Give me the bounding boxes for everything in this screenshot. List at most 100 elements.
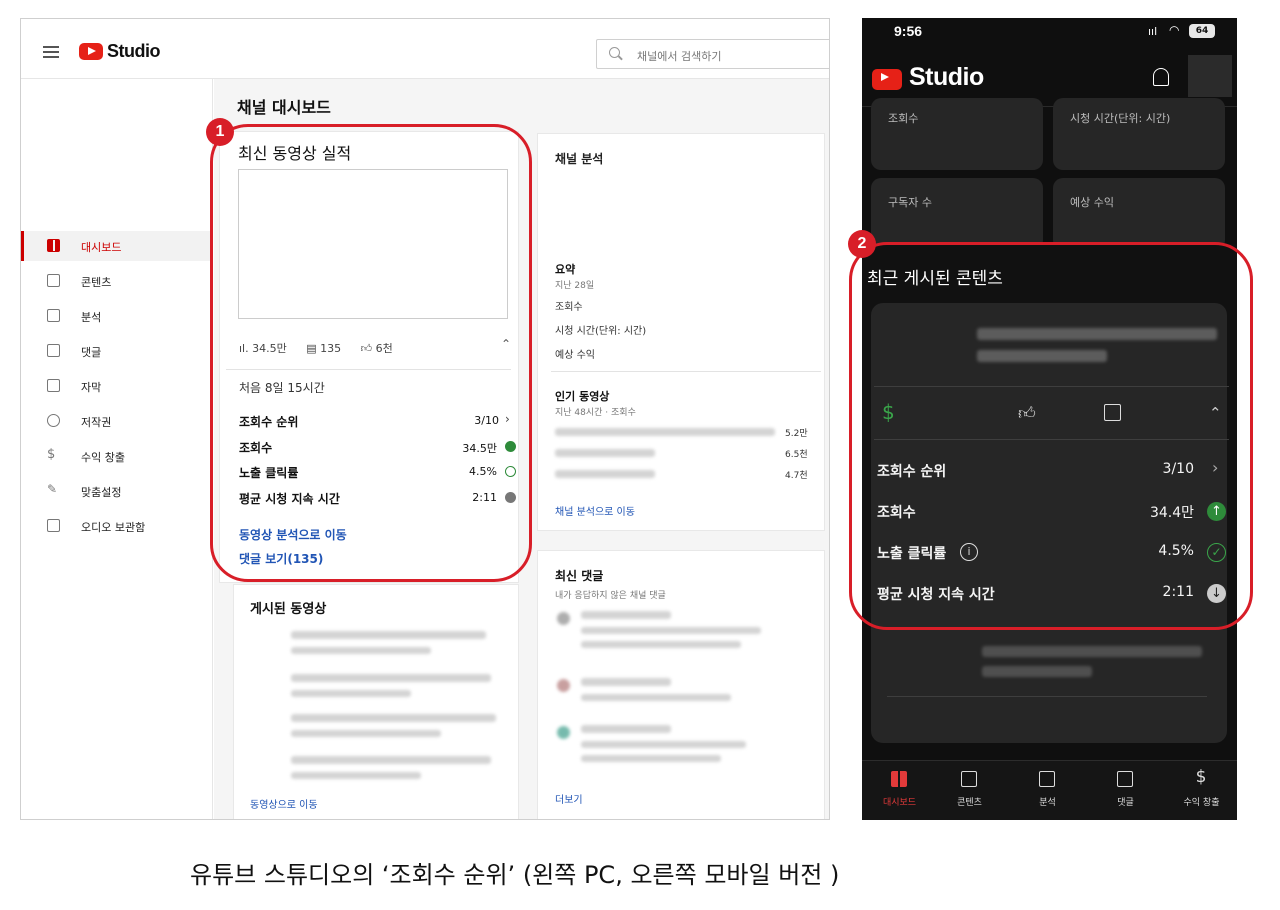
popular-value: 4.7천 xyxy=(785,471,808,481)
status-time: 9:56 xyxy=(894,23,923,39)
nav-label: 수익 창출 xyxy=(1183,798,1220,808)
nav-dashboard[interactable]: 대시보드 xyxy=(862,761,937,820)
sidebar-item-monetization[interactable]: $ 수익 창출 xyxy=(21,441,211,471)
youtube-logo-icon[interactable] xyxy=(872,69,902,90)
divider xyxy=(551,371,821,372)
sidebar-item-comments[interactable]: 댓글 xyxy=(21,336,211,366)
nav-monetization[interactable]: $ 수익 창출 xyxy=(1164,761,1237,820)
sidebar-item-label: 댓글 xyxy=(81,346,102,359)
dashboard-icon xyxy=(891,771,907,787)
highlight-box-mobile xyxy=(849,242,1253,630)
divider xyxy=(887,696,1207,697)
popular-value: 5.2만 xyxy=(785,429,808,439)
dashboard-icon xyxy=(47,239,60,252)
stat-card-label: 구독자 수 xyxy=(888,196,932,209)
search-placeholder: 채널에서 검색하기 xyxy=(637,50,722,63)
blurred-popular-row xyxy=(555,428,775,436)
blurred-comment xyxy=(581,755,721,762)
recent-comments-title: 최신 댓글 xyxy=(555,569,604,583)
metric-watch-time: 시청 시간(단위: 시간) xyxy=(555,326,647,337)
sidebar-item-label: 콘텐츠 xyxy=(81,276,112,289)
comments-icon xyxy=(1117,771,1133,787)
analytics-icon xyxy=(47,309,60,322)
sidebar-item-content[interactable]: 콘텐츠 xyxy=(21,266,211,296)
blurred-title xyxy=(982,666,1092,677)
blurred-comment xyxy=(581,641,741,648)
blurred-comment xyxy=(581,627,761,634)
published-videos-card xyxy=(233,584,519,819)
avatar xyxy=(557,726,570,739)
blurred-video-row xyxy=(291,772,421,779)
blurred-video-row xyxy=(291,714,496,722)
published-videos-title: 게시된 동영상 xyxy=(250,602,327,617)
blurred-comment xyxy=(581,611,671,619)
monetization-icon: $ xyxy=(47,447,56,462)
comments-icon xyxy=(47,344,60,357)
stat-card-revenue[interactable]: 예상 수익 xyxy=(1053,178,1225,250)
avatar xyxy=(557,679,570,692)
sidebar-item-subtitles[interactable]: 자막 xyxy=(21,371,211,401)
content-icon xyxy=(47,274,60,287)
popular-period: 지난 48시간 · 조회수 xyxy=(555,408,636,418)
nav-label: 대시보드 xyxy=(882,798,917,808)
analytics-icon xyxy=(1039,771,1055,787)
metric-views: 조회수 xyxy=(555,302,583,313)
nav-label: 콘텐츠 xyxy=(957,798,982,808)
search-icon xyxy=(609,47,620,58)
sidebar-item-copyright[interactable]: 저작권 xyxy=(21,406,211,436)
top-bar: Studio 채널에서 검색하기 xyxy=(21,19,829,79)
audio-library-icon xyxy=(47,519,60,532)
blurred-video-row xyxy=(291,690,411,697)
sidebar-item-dashboard[interactable]: 대시보드 xyxy=(21,231,211,261)
go-to-videos-link[interactable]: 동영상으로 이동 xyxy=(250,796,318,811)
annotation-badge-1: 1 xyxy=(206,118,234,146)
stat-card-watch-time[interactable]: 시청 시간(단위: 시간) xyxy=(1053,98,1225,170)
avatar[interactable] xyxy=(1188,55,1232,97)
monetization-icon: $ xyxy=(1195,767,1207,787)
sidebar-item-label: 수익 창출 xyxy=(81,451,125,464)
youtube-logo-icon[interactable] xyxy=(79,43,103,60)
blurred-video-row xyxy=(291,730,441,737)
nav-content[interactable]: 콘텐츠 xyxy=(932,761,1007,820)
nav-label: 댓글 xyxy=(1117,798,1134,808)
bell-icon[interactable] xyxy=(1153,68,1169,86)
sidebar-item-label: 분석 xyxy=(81,311,102,324)
annotation-badge-2: 2 xyxy=(848,230,876,258)
app-name: Studio xyxy=(107,41,161,61)
stat-card-label: 시청 시간(단위: 시간) xyxy=(1070,112,1171,125)
nav-label: 분석 xyxy=(1039,798,1056,808)
highlight-box-pc xyxy=(210,124,532,582)
content-icon xyxy=(961,771,977,787)
sidebar-item-label: 맞춤설정 xyxy=(81,486,122,499)
copyright-icon xyxy=(47,414,60,427)
sidebar-item-customization[interactable]: ✎ 맞춤설정 xyxy=(21,476,211,506)
channel-analytics-title: 채널 분석 xyxy=(555,152,604,166)
nav-analytics[interactable]: 분석 xyxy=(1010,761,1085,820)
bottom-nav: 대시보드 콘텐츠 분석 댓글 $ 수익 창출 xyxy=(862,760,1237,820)
menu-icon[interactable] xyxy=(43,46,59,58)
blurred-video-row xyxy=(291,647,431,654)
blurred-video-row xyxy=(291,674,491,682)
search-input[interactable]: 채널에서 검색하기 xyxy=(596,39,829,69)
sidebar-item-analytics[interactable]: 분석 xyxy=(21,301,211,331)
nav-comments[interactable]: 댓글 xyxy=(1088,761,1163,820)
app-name: Studio xyxy=(909,63,984,91)
blurred-comment xyxy=(581,741,746,748)
metric-revenue: 예상 수익 xyxy=(555,350,595,361)
avatar xyxy=(557,612,570,625)
blurred-comment xyxy=(581,694,731,701)
more-comments-link[interactable]: 더보기 xyxy=(555,791,583,806)
blurred-video-row xyxy=(291,631,486,639)
summary-period: 지난 28일 xyxy=(555,281,595,291)
stat-card-views[interactable]: 조회수 xyxy=(871,98,1043,170)
summary-title: 요약 xyxy=(555,263,576,276)
blurred-video-row xyxy=(291,756,491,764)
channel-analytics-link[interactable]: 채널 분석으로 이동 xyxy=(555,503,635,518)
blurred-comment xyxy=(581,725,671,733)
popular-value: 6.5천 xyxy=(785,450,808,460)
stat-card-label: 예상 수익 xyxy=(1070,196,1114,209)
sidebar-item-label: 대시보드 xyxy=(81,241,122,254)
stat-card-subscribers[interactable]: 구독자 수 xyxy=(871,178,1043,250)
popular-videos-title: 인기 동영상 xyxy=(555,390,610,403)
sidebar-item-audio-library[interactable]: 오디오 보관함 xyxy=(21,511,211,541)
